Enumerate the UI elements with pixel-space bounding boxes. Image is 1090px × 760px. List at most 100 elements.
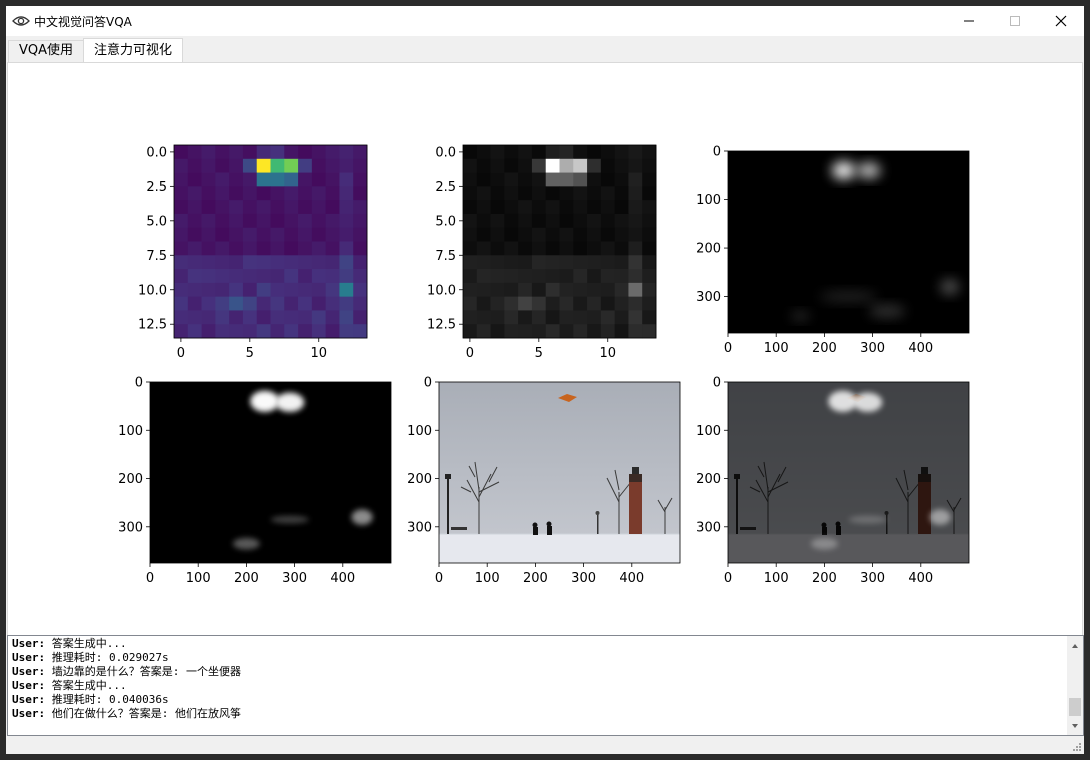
heatmap-cell	[242, 213, 258, 229]
heatmap-cell	[201, 296, 216, 311]
log-output[interactable]: User: 答案生成中... User: 推理耗时: 0.029027s Use…	[7, 635, 1084, 736]
scroll-down-icon[interactable]	[1072, 724, 1078, 728]
x-tick-label: 100	[475, 571, 500, 586]
heatmap-cell	[490, 255, 505, 270]
tab-attention-visualization[interactable]: 注意力可视化	[83, 38, 184, 62]
heatmap-cell	[587, 145, 602, 160]
maximize-button[interactable]	[992, 6, 1038, 36]
x-tick-label: 300	[282, 571, 307, 586]
attention-blob	[275, 392, 305, 412]
close-button[interactable]	[1038, 6, 1084, 36]
heatmap-cell	[600, 186, 616, 201]
heatmap-cell	[201, 186, 216, 201]
heatmap-cell	[270, 158, 285, 173]
heatmap-cell	[463, 145, 478, 160]
heatmap-cell	[311, 324, 327, 339]
scroll-thumb[interactable]	[1069, 698, 1081, 716]
heatmap-cell	[573, 158, 588, 173]
heatmap-cell	[270, 241, 285, 256]
heatmap-cell	[504, 172, 519, 187]
heatmap-cell	[229, 227, 244, 242]
heatmap-cell	[642, 269, 657, 284]
heatmap-cell	[201, 255, 216, 270]
heatmap-cell	[215, 241, 230, 256]
x-tick-label: 0	[435, 571, 443, 586]
heatmap-cell	[187, 145, 202, 160]
heatmap-cell	[229, 158, 244, 173]
heatmap-cell	[531, 241, 547, 256]
log-scrollbar[interactable]	[1067, 636, 1083, 735]
heatmap-cell	[298, 158, 313, 173]
heatmap-cell	[270, 255, 285, 270]
heatmap-cell	[504, 269, 519, 284]
title-bar: 中文视觉问答VQA	[6, 6, 1084, 36]
attention-blob	[819, 290, 878, 303]
heatmap-cell	[311, 269, 327, 284]
heatmap-cell	[463, 227, 478, 242]
heatmap-cell	[311, 241, 327, 256]
heatmap-cell	[229, 255, 244, 270]
x-tick-label: 100	[764, 341, 789, 356]
heatmap-cell	[587, 227, 602, 242]
heatmap-cell	[545, 296, 560, 311]
heatmap-cell	[353, 145, 368, 160]
heatmap-cell	[476, 324, 491, 339]
x-tick-label: 200	[523, 571, 548, 586]
heatmap-cell	[256, 296, 271, 311]
heatmap-cell	[504, 200, 519, 215]
heatmap-cell	[531, 186, 547, 201]
heatmap-cell	[600, 296, 616, 311]
heatmap-cell	[215, 324, 230, 339]
heatmap-cell	[311, 200, 327, 215]
heatmap-cell	[504, 227, 519, 242]
heatmap-cell	[339, 282, 354, 298]
heatmap-cell	[256, 269, 271, 284]
heatmap-cell	[614, 324, 629, 339]
heatmap-cell	[325, 255, 340, 270]
heatmap-cell	[215, 213, 230, 229]
heatmap-cell	[587, 296, 602, 311]
heatmap-cell	[504, 255, 519, 270]
heatmap-cell	[600, 158, 616, 173]
x-tick-label: 300	[571, 571, 596, 586]
heatmap-cell	[600, 269, 616, 284]
heatmap-cell	[270, 324, 285, 339]
heatmap-cell	[353, 213, 368, 229]
heatmap-cell	[573, 200, 588, 215]
heatmap-cell	[531, 324, 547, 339]
attention-blob	[929, 509, 951, 525]
heatmap-cell	[490, 227, 505, 242]
heatmap-cell	[463, 296, 478, 311]
heatmap-cell	[187, 241, 202, 256]
x-tick-label: 100	[764, 571, 789, 586]
heatmap-cell	[325, 200, 340, 215]
scroll-up-icon[interactable]	[1072, 644, 1078, 648]
heatmap-cell	[298, 145, 313, 160]
heatmap-cell	[559, 158, 574, 173]
heatmap-cell	[642, 227, 657, 242]
heatmap-cell	[339, 200, 354, 215]
overlay-image-plot: 0 100 200 300 0 100 200 300 400	[696, 376, 970, 586]
heatmap-cell	[353, 310, 368, 325]
heatmap-cell	[614, 200, 629, 215]
heatmap-cell	[545, 241, 560, 256]
heatmap-cell	[298, 200, 313, 215]
minimize-button[interactable]	[946, 6, 992, 36]
heatmap-cell	[311, 282, 327, 298]
heatmap-cell	[353, 186, 368, 201]
x-tick-label: 0	[724, 571, 732, 586]
heatmap-cell	[229, 200, 244, 215]
heatmap-cell	[518, 145, 533, 160]
heatmap-cell	[187, 310, 202, 325]
heatmap-cell	[201, 310, 216, 325]
y-tick-label: 0	[713, 145, 721, 160]
heatmap-cell	[614, 158, 629, 173]
heatmap-cell	[531, 227, 547, 242]
resize-grip-icon[interactable]	[1072, 742, 1082, 752]
heatmap-cell	[339, 158, 354, 173]
heatmap-cell	[463, 282, 478, 298]
heatmap-cell	[476, 269, 491, 284]
heatmap-cell	[215, 296, 230, 311]
heatmap-cell	[573, 145, 588, 160]
tab-vqa-usage[interactable]: VQA使用	[8, 40, 85, 62]
